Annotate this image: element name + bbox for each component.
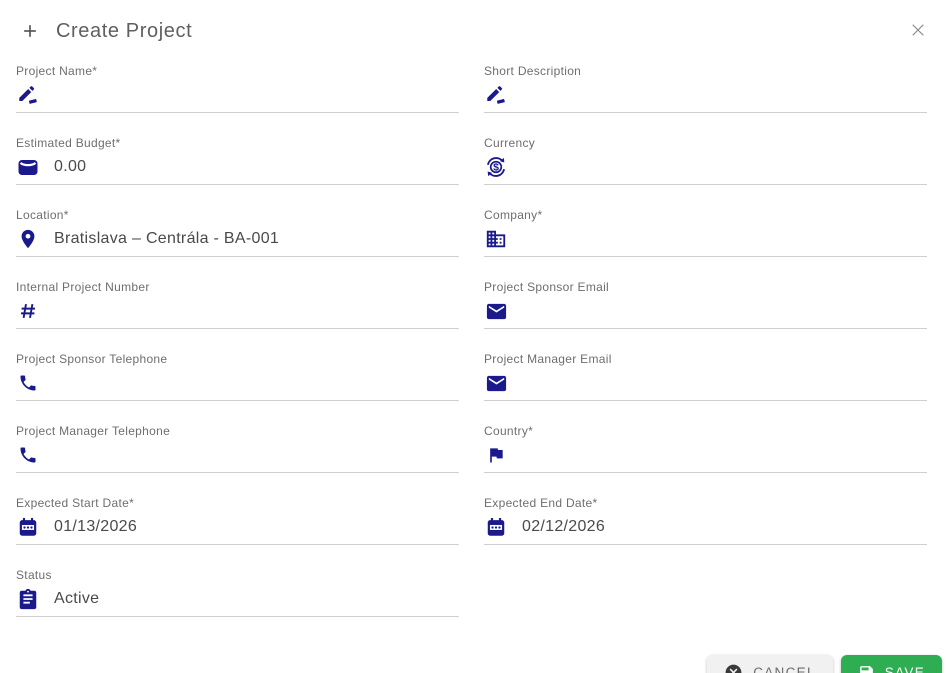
location-value: Bratislava – Centrála - BA-001	[54, 230, 280, 247]
hash-icon	[16, 299, 40, 323]
edit-icon	[16, 83, 40, 107]
expected-end-date-label: Expected End Date*	[484, 496, 598, 510]
currency-label: Currency	[484, 136, 536, 150]
currency-input[interactable]: $	[484, 155, 927, 184]
field-expected-start-date: Expected Start Date* 01/13/2026	[16, 496, 459, 545]
field-project-sponsor-telephone: Project Sponsor Telephone	[16, 352, 459, 401]
dialog-title: Create Project	[56, 19, 193, 42]
project-sponsor-telephone-label: Project Sponsor Telephone	[16, 352, 168, 366]
save-button-label: SAVE	[884, 665, 925, 673]
country-label: Country*	[484, 424, 534, 438]
email-icon	[484, 299, 508, 323]
project-manager-telephone-label: Project Manager Telephone	[16, 424, 171, 438]
project-name-label: Project Name*	[16, 64, 98, 78]
field-country: Country*	[484, 424, 927, 473]
project-sponsor-telephone-input[interactable]	[16, 371, 459, 400]
phone-icon	[16, 371, 40, 395]
expected-end-date-value: 02/12/2026	[522, 518, 606, 535]
status-input[interactable]: Active	[16, 587, 459, 616]
location-pin-icon	[16, 227, 40, 251]
plus-icon	[20, 21, 40, 41]
field-currency: Currency $	[484, 136, 927, 185]
project-manager-email-label: Project Manager Email	[484, 352, 612, 366]
flag-icon	[484, 443, 508, 467]
dialog-header: Create Project	[0, 0, 949, 48]
expected-start-date-value: 01/13/2026	[54, 518, 138, 535]
empty-cell	[484, 568, 927, 617]
project-form: Project Name* Short Description Estimate…	[16, 64, 927, 640]
calendar-icon	[484, 515, 508, 539]
field-internal-project-number: Internal Project Number	[16, 280, 459, 329]
project-name-input[interactable]	[16, 83, 459, 112]
svg-text:$: $	[493, 162, 499, 174]
currency-exchange-icon: $	[484, 155, 508, 179]
estimated-budget-input[interactable]: 0.00	[16, 155, 459, 184]
expected-end-date-input[interactable]: 02/12/2026	[484, 515, 927, 544]
close-icon	[909, 21, 927, 42]
internal-project-number-input[interactable]	[16, 299, 459, 328]
estimated-budget-label: Estimated Budget*	[16, 136, 121, 150]
short-description-label: Short Description	[484, 64, 582, 78]
calendar-icon	[16, 515, 40, 539]
field-location: Location* Bratislava – Centrála - BA-001	[16, 208, 459, 257]
estimated-budget-value: 0.00	[54, 158, 87, 175]
field-estimated-budget: Estimated Budget* 0.00	[16, 136, 459, 185]
country-input[interactable]	[484, 443, 927, 472]
expected-start-date-input[interactable]: 01/13/2026	[16, 515, 459, 544]
project-manager-telephone-input[interactable]	[16, 443, 459, 472]
save-floppy-icon	[858, 664, 875, 673]
location-label: Location*	[16, 208, 69, 222]
short-description-input[interactable]	[484, 83, 927, 112]
building-icon	[484, 227, 508, 251]
status-label: Status	[16, 568, 52, 582]
cancel-circle-icon	[724, 663, 743, 673]
field-company: Company*	[484, 208, 927, 257]
field-project-manager-telephone: Project Manager Telephone	[16, 424, 459, 473]
wallet-icon	[16, 155, 40, 179]
cancel-button-label: CANCEL	[753, 665, 816, 673]
field-short-description: Short Description	[484, 64, 927, 113]
project-sponsor-email-label: Project Sponsor Email	[484, 280, 610, 294]
company-label: Company*	[484, 208, 543, 222]
email-icon	[484, 371, 508, 395]
phone-icon	[16, 443, 40, 467]
field-project-name: Project Name*	[16, 64, 459, 113]
edit-icon	[484, 83, 508, 107]
project-sponsor-email-input[interactable]	[484, 299, 927, 328]
project-manager-email-input[interactable]	[484, 371, 927, 400]
close-button[interactable]	[907, 20, 929, 42]
location-input[interactable]: Bratislava – Centrála - BA-001	[16, 227, 459, 256]
field-expected-end-date: Expected End Date* 02/12/2026	[484, 496, 927, 545]
clipboard-icon	[16, 587, 40, 611]
create-project-dialog: Create Project Project Name* Short Descr…	[0, 0, 949, 673]
field-status: Status Active	[16, 568, 459, 617]
field-project-sponsor-email: Project Sponsor Email	[484, 280, 927, 329]
company-input[interactable]	[484, 227, 927, 256]
cancel-button[interactable]: CANCEL	[707, 655, 833, 673]
dialog-footer: CANCEL SAVE	[0, 655, 942, 673]
save-button[interactable]: SAVE	[840, 655, 942, 673]
status-value: Active	[54, 590, 100, 607]
internal-project-number-label: Internal Project Number	[16, 280, 150, 294]
expected-start-date-label: Expected Start Date*	[16, 496, 135, 510]
field-project-manager-email: Project Manager Email	[484, 352, 927, 401]
